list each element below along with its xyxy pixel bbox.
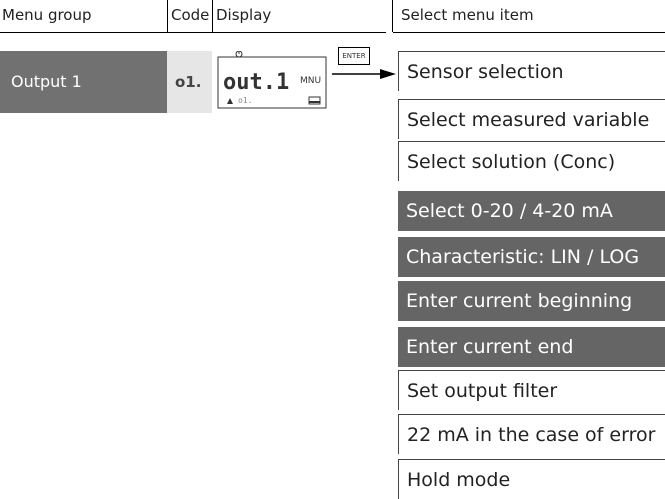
menu-group-output-1: Output 1: [0, 51, 167, 113]
header-display: Display: [213, 0, 386, 33]
menu-item-select-solution: Select solution (Conc): [398, 141, 665, 181]
menu-item-select-current-range: Select 0-20 / 4-20 mA: [398, 191, 665, 231]
menu-item-characteristic: Characteristic: LIN / LOG: [398, 237, 665, 277]
menu-item-sensor-selection: Sensor selection: [398, 51, 665, 91]
lcd-main-text: out.1: [223, 70, 289, 95]
header-code: Code: [168, 0, 213, 33]
menu-item-hold-mode: Hold mode: [398, 459, 665, 499]
lcd-sub-text: o1.: [238, 96, 252, 105]
menu-item-select-measured-variable: Select measured variable: [398, 99, 665, 139]
menu-item-enter-current-end: Enter current end: [398, 327, 665, 367]
arrow-right-icon: [332, 69, 396, 79]
lcd-display: out.1 MNU o1.: [212, 50, 332, 113]
menu-item-enter-current-beginning: Enter current beginning: [398, 281, 665, 321]
lcd-panel: out.1 MNU o1.: [217, 50, 327, 109]
menu-item-error-current: 22 mA in the case of error: [398, 414, 665, 454]
header-menu-group: Menu group: [0, 0, 169, 33]
menu-code: o1.: [167, 51, 212, 113]
lcd-mode-text: MNU: [300, 76, 321, 86]
header-select-menu-item: Select menu item: [393, 0, 665, 33]
menu-item-set-output-filter: Set output filter: [398, 370, 665, 410]
